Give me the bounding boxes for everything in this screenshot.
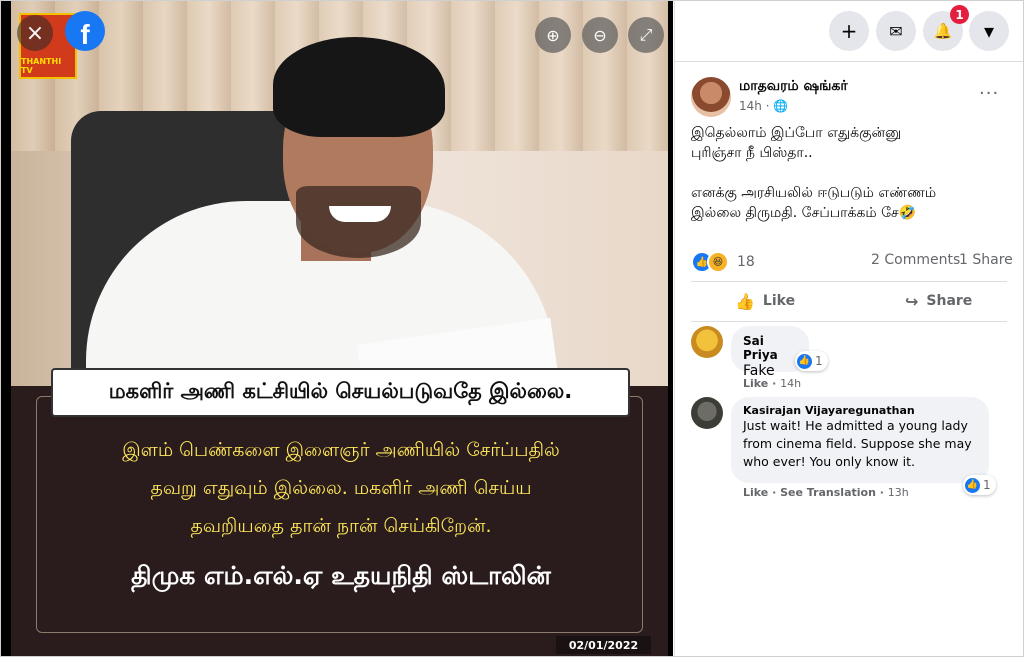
author-avatar[interactable]: [691, 77, 731, 117]
see-translation-link[interactable]: See Translation: [780, 486, 876, 499]
comments-count[interactable]: 2 Comments: [871, 252, 960, 268]
more-icon: ···: [979, 83, 1000, 104]
post-timestamp[interactable]: 14h · 🌐: [739, 99, 788, 113]
actions-divider-top: [691, 281, 1007, 282]
author-name[interactable]: மாதவரம் ஷங்கர்: [739, 78, 848, 96]
notification-badge: 1: [950, 5, 969, 24]
comment-like-link[interactable]: Like: [743, 486, 768, 499]
commenter-name[interactable]: Sai Priya: [743, 334, 797, 362]
commenter-name[interactable]: Kasirajan Vijayaregunathan: [743, 404, 977, 417]
comment-reaction-count: 1: [815, 354, 823, 368]
notifications-button[interactable]: 🔔 1: [923, 5, 969, 51]
zoom-out-button[interactable]: ⊖: [582, 17, 618, 53]
more-options-button[interactable]: ···: [979, 83, 999, 104]
image-person-hair: [273, 37, 445, 137]
like-reaction-icon: 👍: [965, 477, 980, 493]
facebook-logo[interactable]: f: [65, 11, 105, 51]
share-icon: ↪: [905, 291, 919, 311]
post-image[interactable]: மகளிர் அணி கட்சியில் செயல்படுவதே இல்லை. …: [11, 1, 668, 656]
actions-divider-bottom: [691, 321, 1007, 322]
comment-like-link[interactable]: Like: [743, 377, 768, 390]
image-quote-line: தவறு எதுவும் இல்லை. மகளிர் அணி செய்ய: [150, 477, 532, 499]
post-text: இதெல்லாம் இப்போ எதுக்குன்னு புரிஞ்சா நீ …: [691, 125, 937, 221]
fullscreen-button[interactable]: ⤢: [628, 17, 664, 53]
shares-count[interactable]: 1 Share: [959, 252, 1013, 268]
account-menu-button[interactable]: ▾: [969, 11, 1009, 51]
image-person-beard: [296, 186, 421, 258]
share-button-label: Share: [926, 293, 973, 309]
post-panel: + ✉ 🔔 1 ▾ மாதவரம் ஷங்கர் 14h · 🌐 ··· இதெ…: [674, 1, 1023, 656]
zoom-in-icon: ⊕: [546, 25, 560, 45]
comment-time[interactable]: 14h: [780, 377, 801, 390]
reaction-summary[interactable]: 👍 😆 18: [691, 251, 755, 273]
zoom-in-button[interactable]: ⊕: [535, 17, 571, 53]
image-byline: திமுக எம்.எல்.ஏ உதயநிதி ஸ்டாலின்: [131, 561, 551, 590]
messenger-button[interactable]: ✉: [876, 11, 916, 51]
comment-reaction[interactable]: 👍 1: [795, 351, 828, 371]
topbar-divider: [675, 61, 1023, 62]
comment-meta: Like · 14h: [743, 377, 802, 390]
messenger-icon: ✉: [889, 21, 903, 41]
zoom-out-icon: ⊖: [593, 25, 607, 45]
like-button[interactable]: 👍 Like: [735, 283, 795, 319]
thumbs-up-icon: 👍: [735, 291, 755, 311]
facebook-icon: f: [80, 19, 90, 50]
close-viewer-button[interactable]: ×: [17, 15, 53, 51]
chevron-down-icon: ▾: [983, 19, 995, 43]
fullscreen-icon: ⤢: [639, 25, 653, 44]
bell-icon: 🔔: [933, 22, 953, 40]
create-button[interactable]: +: [829, 11, 869, 51]
haha-reaction-icon: 😆: [707, 251, 729, 273]
like-button-label: Like: [762, 293, 796, 309]
plus-icon: +: [840, 19, 858, 43]
commenter-avatar[interactable]: [691, 397, 723, 429]
image-quote-line: தவறியதை தான் நான் செய்கிறேன்.: [190, 515, 492, 537]
comment-bubble: Kasirajan Vijayaregunathan Just wait! He…: [731, 397, 989, 483]
comment-item: Sai Priya Fake 👍 1 Like · 14h: [691, 326, 1011, 396]
share-button[interactable]: ↪ Share: [905, 283, 972, 319]
image-quote: இளம் பெண்களை இளைஞர் அணியில் சேர்ப்பதில் …: [51, 431, 631, 545]
close-icon: ×: [25, 20, 45, 46]
comment-time[interactable]: 13h: [888, 486, 909, 499]
image-person-smile: [329, 206, 391, 222]
photo-viewer: மகளிர் அணி கட்சியில் செயல்படுவதே இல்லை. …: [1, 1, 673, 656]
comment-reaction-count: 1: [983, 478, 991, 492]
reaction-count: 18: [737, 254, 755, 270]
like-reaction-icon: 👍: [797, 353, 812, 369]
comment-text: Just wait! He admitted a young lady from…: [743, 418, 972, 469]
image-headline: மகளிர் அணி கட்சியில் செயல்படுவதே இல்லை.: [51, 368, 630, 417]
comment-meta: Like · See Translation · 13h: [743, 486, 909, 499]
comment-reaction[interactable]: 👍 1: [963, 475, 996, 495]
commenter-avatar[interactable]: [691, 326, 723, 358]
image-quote-line: இளம் பெண்களை இளைஞர் அணியில் சேர்ப்பதில்: [122, 439, 560, 461]
comment-item: Kasirajan Vijayaregunathan Just wait! He…: [691, 397, 1011, 502]
top-bar: + ✉ 🔔 1 ▾: [675, 1, 1023, 59]
image-date: 02/01/2022: [556, 636, 651, 654]
